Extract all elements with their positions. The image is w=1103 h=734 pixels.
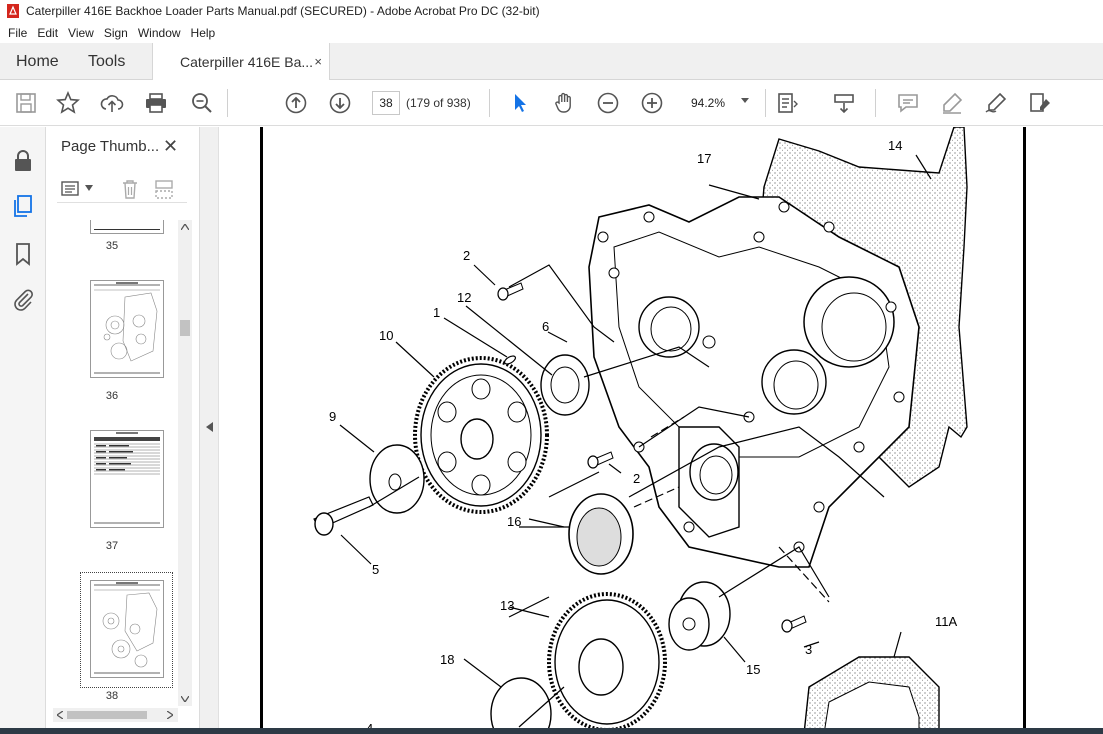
chevron-down-icon xyxy=(741,98,749,103)
thumbnail-page[interactable] xyxy=(90,430,164,528)
zoom-in-icon[interactable] xyxy=(640,91,664,115)
attachment-icon[interactable] xyxy=(11,287,35,311)
tab-document-label: Caterpiller 416E Ba... xyxy=(180,54,314,70)
callout-2: 2 xyxy=(463,248,471,263)
rotate-pages-icon[interactable] xyxy=(153,178,175,200)
tab-tools[interactable]: Tools xyxy=(88,43,125,80)
lock-icon[interactable] xyxy=(11,149,35,173)
scroll-right-icon[interactable] xyxy=(167,711,173,719)
menu-help[interactable]: Help xyxy=(191,26,216,40)
collapse-panel-icon[interactable] xyxy=(206,422,213,432)
title-bar: Caterpiller 416E Backhoe Loader Parts Ma… xyxy=(0,0,1103,22)
thumbnail-label: 36 xyxy=(105,390,119,402)
exploded-parts-diagram xyxy=(313,127,968,734)
fill-sign-icon[interactable] xyxy=(984,91,1008,115)
callout-18: 18 xyxy=(440,652,455,667)
callout-14: 14 xyxy=(888,138,903,153)
thumbnail-hscrollbar[interactable] xyxy=(53,708,178,722)
zoom-select[interactable]: 94.2% xyxy=(683,91,755,115)
callout-3: 3 xyxy=(805,642,813,657)
callout-5: 5 xyxy=(372,562,380,577)
thumbnail-table xyxy=(94,432,160,524)
window-title: Caterpiller 416E Backhoe Loader Parts Ma… xyxy=(26,4,540,18)
thumbnail-page-selected[interactable] xyxy=(90,580,164,678)
hand-icon[interactable] xyxy=(552,91,576,115)
tab-document[interactable]: Caterpiller 416E Ba... × xyxy=(152,43,330,81)
menu-sign[interactable]: Sign xyxy=(104,26,128,40)
menu-window[interactable]: Window xyxy=(138,26,181,40)
tab-bar: Home Tools Caterpiller 416E Ba... × xyxy=(0,43,1103,81)
panel-close-icon[interactable]: ✕ xyxy=(163,136,178,157)
scroll-left-icon[interactable] xyxy=(57,711,63,719)
scroll-down-icon[interactable] xyxy=(181,696,189,702)
options-icon[interactable] xyxy=(61,179,83,199)
print-icon[interactable] xyxy=(144,91,168,115)
thumbnail-page[interactable] xyxy=(90,280,164,378)
trash-icon[interactable] xyxy=(119,178,141,200)
callout-6: 6 xyxy=(542,319,550,334)
page-down-icon[interactable] xyxy=(328,91,352,115)
menu-bar: File Edit View Sign Window Help xyxy=(0,22,1103,43)
thumbnail-label: 38 xyxy=(105,690,119,702)
upload-cloud-icon[interactable] xyxy=(100,91,124,115)
scroll-mode-icon[interactable] xyxy=(832,91,856,115)
thumbnail-label: 37 xyxy=(105,540,119,552)
thumbnail-scrollbar[interactable] xyxy=(178,220,192,706)
callout-1: 1 xyxy=(433,305,441,320)
bookmark-star-icon[interactable] xyxy=(56,91,80,115)
document-view[interactable]: 17 14 2 12 1 6 10 9 2 16 5 13 15 3 11A 1… xyxy=(219,127,1103,734)
left-rail xyxy=(0,127,46,734)
housing-part xyxy=(588,196,920,568)
hscroll-thumb[interactable] xyxy=(67,711,147,719)
page-number-input[interactable]: 38 xyxy=(372,91,400,115)
callout-12: 12 xyxy=(457,290,472,305)
zoom-value: 94.2% xyxy=(691,96,726,110)
callout-16: 16 xyxy=(507,514,522,529)
gear-part xyxy=(413,356,549,514)
edit-pdf-icon[interactable] xyxy=(1028,91,1052,115)
menu-view[interactable]: View xyxy=(68,26,94,40)
tab-close-icon[interactable]: × xyxy=(314,54,322,69)
tab-home[interactable]: Home xyxy=(16,43,59,80)
page-up-icon[interactable] xyxy=(284,91,308,115)
thumbnail-page[interactable] xyxy=(90,220,164,234)
panel-toolbar xyxy=(57,177,187,203)
comment-icon[interactable] xyxy=(896,91,920,115)
thumbnail-drawing xyxy=(94,282,160,374)
search-zoom-icon[interactable] xyxy=(190,91,214,115)
zoom-out-icon[interactable] xyxy=(596,91,620,115)
fit-page-icon[interactable] xyxy=(776,91,800,115)
acrobat-icon xyxy=(7,4,19,18)
callout-17: 17 xyxy=(697,151,712,166)
callout-10: 10 xyxy=(379,328,394,343)
panel-splitter[interactable] xyxy=(200,127,219,734)
pages-icon[interactable] xyxy=(11,194,35,218)
callout-13: 13 xyxy=(500,598,515,613)
panel-title: Page Thumb... xyxy=(61,138,160,155)
thumbnail-list: 35 36 37 38 xyxy=(47,220,177,706)
scroll-thumb[interactable] xyxy=(180,320,190,336)
thumbnail-drawing xyxy=(94,582,160,674)
save-icon[interactable] xyxy=(14,91,38,115)
highlight-icon[interactable] xyxy=(940,91,964,115)
callout-15: 15 xyxy=(746,662,761,677)
select-cursor-icon[interactable] xyxy=(508,91,532,115)
callout-11a: 11A xyxy=(935,614,958,629)
menu-file[interactable]: File xyxy=(8,26,27,40)
chevron-down-icon[interactable] xyxy=(85,185,93,191)
menu-edit[interactable]: Edit xyxy=(37,26,58,40)
callout-2b: 2 xyxy=(633,471,641,486)
page-count: (179 of 938) xyxy=(406,96,471,110)
bookmark-icon[interactable] xyxy=(11,242,35,266)
page-thumbnails-panel: Page Thumb... ✕ 35 36 37 38 xyxy=(47,127,200,734)
taskbar-strip xyxy=(0,728,1103,734)
scroll-up-icon[interactable] xyxy=(181,224,189,230)
thumbnail-label: 35 xyxy=(105,240,119,252)
callout-9: 9 xyxy=(329,409,337,424)
